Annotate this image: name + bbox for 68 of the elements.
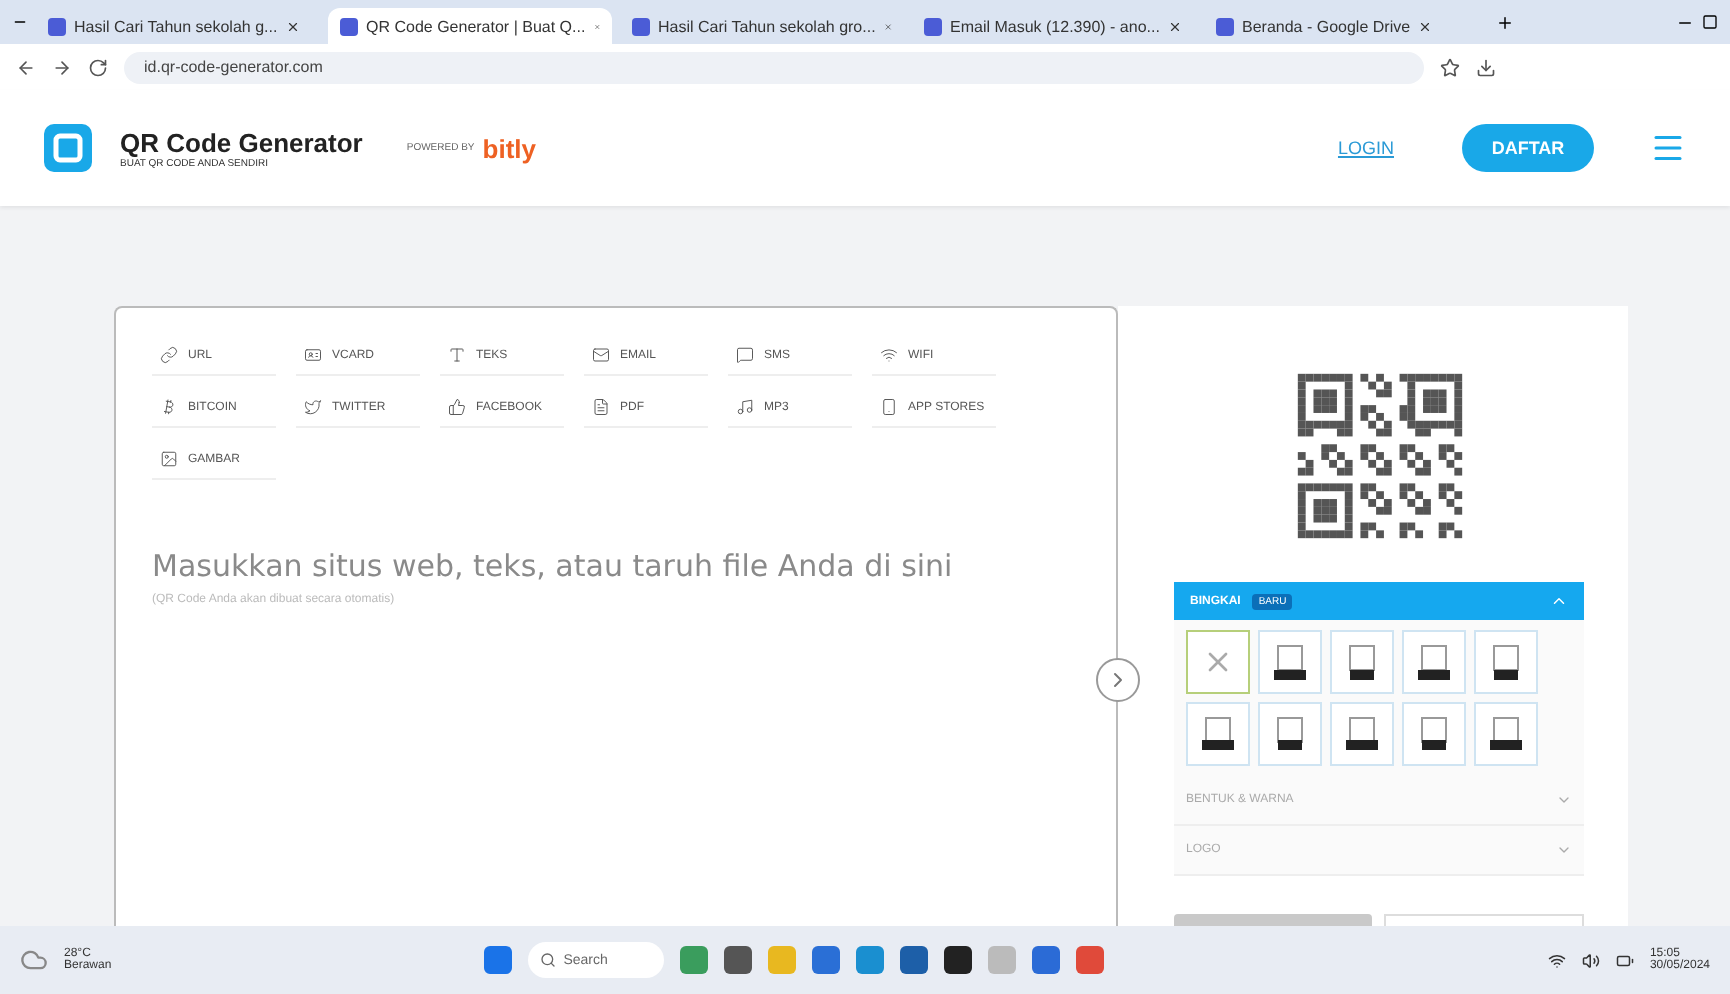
- next-button[interactable]: [1096, 658, 1140, 702]
- menu-icon[interactable]: [1650, 130, 1686, 166]
- close-icon[interactable]: [285, 19, 300, 33]
- close-icon[interactable]: [1418, 19, 1433, 33]
- weather-icon[interactable]: [20, 946, 48, 974]
- download-icon[interactable]: [1476, 57, 1496, 77]
- chevron-up-icon: [1550, 592, 1568, 610]
- frame-option[interactable]: [1330, 630, 1394, 694]
- wifi-icon: [880, 346, 898, 364]
- close-icon[interactable]: [1167, 19, 1182, 33]
- maximize-icon[interactable]: [1702, 14, 1718, 30]
- favicon: [924, 17, 942, 35]
- chevron-down-icon: [1556, 792, 1572, 808]
- frame-option[interactable]: [1402, 630, 1466, 694]
- frame-style-icon: [1344, 714, 1380, 754]
- search-icon: [539, 952, 556, 968]
- thumbs-up-icon: [448, 398, 466, 416]
- brand-name: QR Code Generator: [120, 127, 363, 157]
- frame-option[interactable]: [1474, 702, 1538, 766]
- address-bar[interactable]: id.qr-code-generator.com: [124, 51, 1424, 83]
- link-icon: [160, 346, 178, 364]
- frame-option[interactable]: [1402, 702, 1466, 766]
- new-tab-icon[interactable]: [1496, 13, 1514, 31]
- envelope-icon: [592, 346, 610, 364]
- chat-bubble-icon: [736, 346, 754, 364]
- image-icon: [160, 450, 178, 468]
- browser-tab[interactable]: Hasil Cari Tahun sekolah g...: [36, 8, 320, 44]
- frame-option[interactable]: [1258, 702, 1322, 766]
- frame-style-icon: [1416, 714, 1452, 754]
- music-note-icon: [736, 398, 754, 416]
- bookmark-icon[interactable]: [1440, 57, 1460, 77]
- logo-icon: [44, 124, 92, 172]
- battery-icon[interactable]: [1615, 951, 1634, 969]
- phone-icon: [880, 398, 898, 416]
- chevron-down-icon: [1556, 842, 1572, 858]
- frame-style-icon: [1272, 714, 1308, 754]
- bitcoin-icon: [160, 398, 178, 416]
- frame-option[interactable]: [1330, 702, 1394, 766]
- frame-style-icon: [1488, 642, 1524, 682]
- frame-style-icon: [1416, 642, 1452, 682]
- reload-icon[interactable]: [88, 57, 108, 77]
- wifi-icon[interactable]: [1547, 951, 1566, 969]
- text-icon: [448, 346, 466, 364]
- document-icon: [592, 398, 610, 416]
- browser-tab[interactable]: Beranda - Google Drive: [1204, 8, 1488, 44]
- frame-option[interactable]: [1258, 630, 1322, 694]
- frame-option[interactable]: [1186, 702, 1250, 766]
- taskbar-app-icon[interactable]: [723, 946, 752, 974]
- taskbar-app-icon[interactable]: [943, 946, 972, 974]
- favicon: [340, 17, 358, 35]
- partner-logo: bitly: [482, 133, 536, 163]
- frame-option[interactable]: [1474, 630, 1538, 694]
- frame-style-icon: [1272, 642, 1308, 682]
- id-card-icon: [304, 346, 322, 364]
- frame-style-icon: [1488, 714, 1524, 754]
- start-icon[interactable]: [483, 946, 512, 974]
- favicon: [1216, 17, 1234, 35]
- forward-icon[interactable]: [52, 57, 72, 77]
- favicon: [48, 17, 66, 35]
- browser-tab[interactable]: Email Masuk (12.390) - ano...: [912, 8, 1196, 44]
- browser-tab[interactable]: QR Code Generator | Buat Q...: [328, 8, 612, 44]
- bird-icon: [304, 398, 322, 416]
- volume-icon[interactable]: [1581, 951, 1600, 969]
- browser-tab[interactable]: Hasil Cari Tahun sekolah gro...: [620, 8, 904, 44]
- favicon: [632, 17, 650, 35]
- back-icon[interactable]: [16, 57, 36, 77]
- frame-style-icon: [1200, 714, 1236, 754]
- frame-style-icon: [1344, 642, 1380, 682]
